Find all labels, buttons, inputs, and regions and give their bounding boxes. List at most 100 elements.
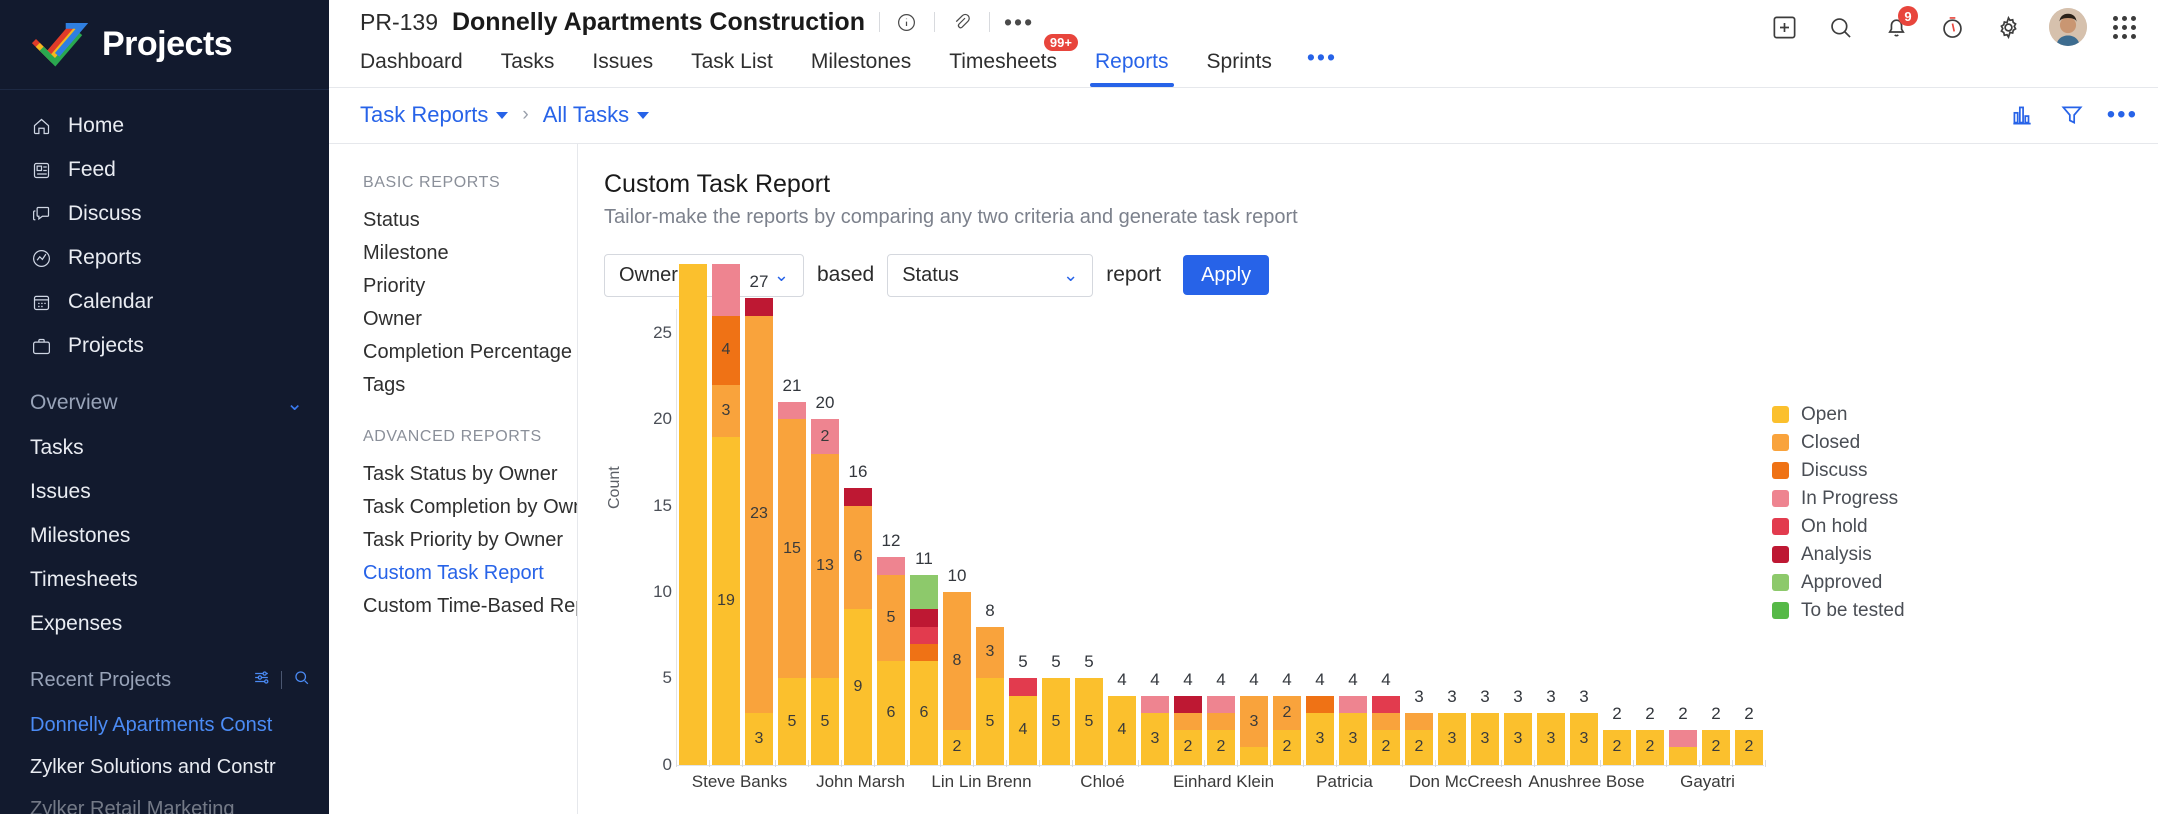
more-tabs-icon[interactable]: ••• bbox=[1291, 44, 1353, 87]
tab-dashboard[interactable]: Dashboard bbox=[360, 50, 482, 87]
bar-segment[interactable] bbox=[679, 263, 707, 765]
more-options-icon[interactable]: ••• bbox=[1004, 11, 1034, 34]
bar-segment[interactable]: 19 bbox=[712, 436, 740, 765]
bar-segment[interactable]: 3 bbox=[976, 626, 1004, 679]
bar[interactable]: 33 bbox=[1504, 687, 1532, 765]
report-item-custom-task-report[interactable]: Custom Task Report bbox=[329, 557, 577, 590]
bar-segment[interactable]: 3 bbox=[1339, 712, 1367, 765]
sidebar-item-projects[interactable]: Projects bbox=[0, 324, 329, 368]
legend-item[interactable]: In Progress bbox=[1772, 488, 1905, 510]
bar-segment[interactable]: 2 bbox=[943, 730, 971, 765]
add-icon[interactable] bbox=[1769, 12, 1799, 42]
bar-segment[interactable]: 3 bbox=[1471, 712, 1499, 765]
bar-segment[interactable] bbox=[1372, 695, 1400, 713]
bar-segment[interactable] bbox=[910, 626, 938, 644]
legend-item[interactable]: Open bbox=[1772, 404, 1905, 426]
bar-segment[interactable]: 4 bbox=[712, 315, 740, 385]
bar-segment[interactable] bbox=[910, 609, 938, 627]
bar-segment[interactable]: 23 bbox=[745, 315, 773, 713]
bar[interactable]: 33 bbox=[1570, 687, 1598, 765]
bar-segment[interactable] bbox=[1306, 695, 1334, 713]
bar[interactable]: 55 bbox=[1042, 652, 1070, 765]
bar-segment[interactable]: 6 bbox=[910, 661, 938, 765]
bar-segment[interactable]: 2 bbox=[1273, 695, 1301, 731]
bar[interactable]: 43 bbox=[1306, 670, 1334, 765]
bar-segment[interactable]: 4 bbox=[1108, 695, 1136, 765]
bar-segment[interactable] bbox=[1207, 712, 1235, 731]
bar-segment[interactable]: 3 bbox=[1141, 712, 1169, 765]
recent-project-item[interactable]: Donnelly Apartments Const bbox=[0, 704, 329, 746]
bar-segment[interactable] bbox=[1669, 747, 1697, 765]
sidebar-item-calendar[interactable]: Calendar bbox=[0, 280, 329, 324]
bar-segment[interactable]: 2 bbox=[1702, 730, 1730, 765]
tab-reports[interactable]: Reports bbox=[1076, 50, 1188, 87]
bar-segment[interactable]: 2 bbox=[1405, 730, 1433, 765]
bar-segment[interactable]: 5 bbox=[976, 678, 1004, 765]
sidebar-item-discuss[interactable]: Discuss bbox=[0, 192, 329, 236]
avatar[interactable] bbox=[2049, 8, 2087, 46]
report-item-task-completion-by-owner[interactable]: Task Completion by Owner bbox=[329, 491, 577, 524]
bar-segment[interactable]: 3 bbox=[712, 384, 740, 437]
bar-segment[interactable]: 6 bbox=[877, 661, 905, 765]
bar-segment[interactable] bbox=[910, 643, 938, 662]
bar-segment[interactable] bbox=[1207, 695, 1235, 713]
bar-segment[interactable]: 5 bbox=[811, 678, 839, 765]
bar[interactable]: 55 bbox=[1075, 652, 1103, 765]
bar[interactable]: 2 bbox=[1669, 704, 1697, 765]
bar[interactable]: 4 22 bbox=[1273, 670, 1301, 765]
bar[interactable]: 21 15 5 bbox=[778, 376, 806, 765]
bar-segment[interactable]: 3 bbox=[1240, 695, 1268, 748]
bar[interactable]: 42 bbox=[1207, 670, 1235, 765]
bar-segment[interactable] bbox=[844, 488, 872, 506]
bar-segment[interactable]: 4 bbox=[1009, 695, 1037, 765]
bar-segment[interactable]: 2 bbox=[1174, 730, 1202, 765]
report-item-priority[interactable]: Priority bbox=[329, 270, 577, 303]
bar[interactable]: 27 23 3 bbox=[745, 272, 773, 765]
bar-segment[interactable] bbox=[1669, 730, 1697, 748]
apply-button[interactable]: Apply bbox=[1183, 255, 1270, 296]
bar-segment[interactable]: 5 bbox=[778, 678, 806, 765]
recent-project-item[interactable]: Zylker Retail Marketing bbox=[0, 788, 329, 814]
bar-segment[interactable] bbox=[1174, 712, 1202, 731]
tab-timesheets[interactable]: Timesheets 99+ bbox=[930, 34, 1078, 87]
bar-segment[interactable]: 3 bbox=[1570, 712, 1598, 765]
bar-segment[interactable] bbox=[1009, 678, 1037, 696]
legend-item[interactable]: On hold bbox=[1772, 516, 1905, 538]
bar-segment[interactable]: 5 bbox=[877, 574, 905, 662]
breadcrumb-all-tasks[interactable]: All Tasks bbox=[543, 102, 650, 128]
criteria-two-select[interactable]: Status ⌄ bbox=[887, 253, 1094, 297]
breadcrumb-task-reports[interactable]: Task Reports bbox=[360, 102, 509, 128]
bar-segment[interactable]: 3 bbox=[1504, 712, 1532, 765]
report-item-completion-percentage[interactable]: Completion Percentage bbox=[329, 336, 577, 369]
sidebar-item-tasks[interactable]: Tasks bbox=[0, 426, 329, 470]
legend-item[interactable]: Analysis bbox=[1772, 544, 1905, 566]
bar[interactable]: 22 bbox=[1636, 704, 1664, 765]
sidebar-item-issues[interactable]: Issues bbox=[0, 470, 329, 514]
bar[interactable]: 54 bbox=[1009, 652, 1037, 765]
legend-item[interactable]: To be tested bbox=[1772, 600, 1905, 622]
bar-segment[interactable] bbox=[1339, 695, 1367, 713]
overview-section-header[interactable]: Overview ⌄ bbox=[0, 380, 329, 426]
brand-header[interactable]: Projects bbox=[0, 0, 329, 90]
sidebar-item-reports[interactable]: Reports bbox=[0, 236, 329, 280]
bar-segment[interactable] bbox=[1372, 712, 1400, 731]
info-icon[interactable] bbox=[894, 9, 920, 35]
bar-segment[interactable]: 2 bbox=[1603, 730, 1631, 765]
bar-segment[interactable]: 3 bbox=[745, 712, 773, 765]
bar-segment[interactable] bbox=[712, 263, 740, 316]
sidebar-item-feed[interactable]: Feed bbox=[0, 148, 329, 192]
tab-milestones[interactable]: Milestones bbox=[792, 50, 930, 87]
legend-item[interactable]: Closed bbox=[1772, 432, 1905, 454]
bar[interactable]: 294319 bbox=[712, 263, 740, 765]
bar-segment[interactable] bbox=[1240, 747, 1268, 765]
legend-item[interactable]: Discuss bbox=[1772, 460, 1905, 482]
bar-segment[interactable]: 13 bbox=[811, 453, 839, 679]
bar-segment[interactable] bbox=[910, 574, 938, 610]
tab-task-list[interactable]: Task List bbox=[672, 50, 792, 87]
bar[interactable]: 20 2 13 5 bbox=[811, 393, 839, 765]
sidebar-item-timesheets[interactable]: Timesheets bbox=[0, 558, 329, 602]
bar-segment[interactable] bbox=[877, 557, 905, 575]
sidebar-item-home[interactable]: Home bbox=[0, 104, 329, 148]
bar[interactable]: 12 5 6 bbox=[877, 531, 905, 765]
bar[interactable]: 22 bbox=[1603, 704, 1631, 765]
